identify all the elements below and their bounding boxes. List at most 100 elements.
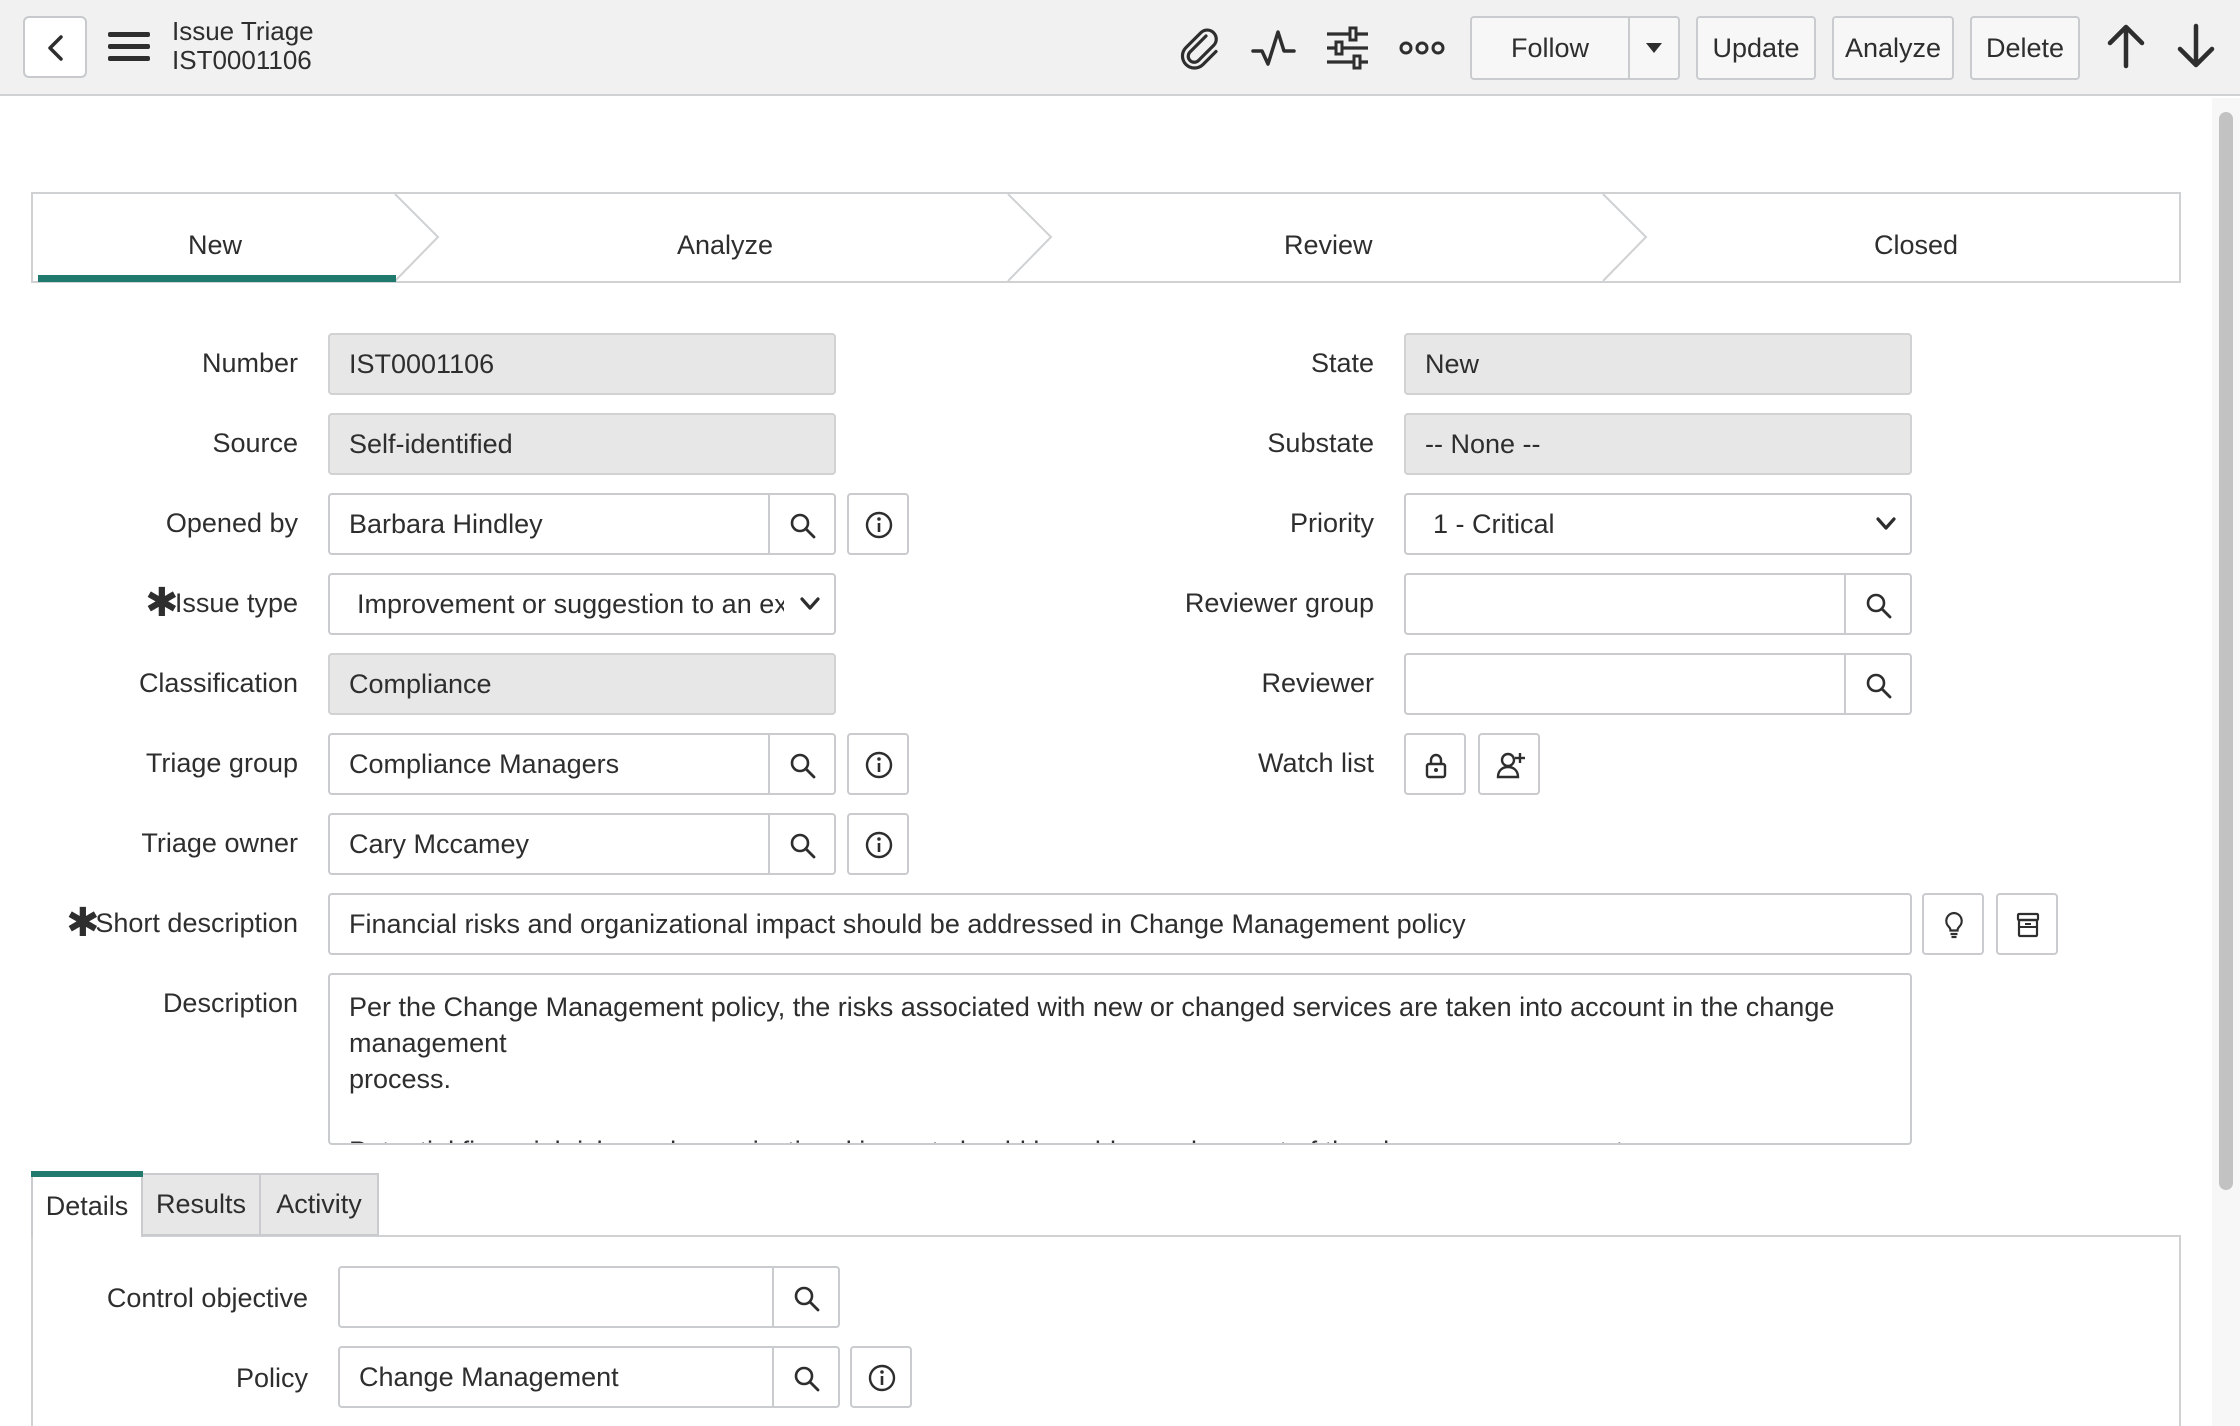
triage-owner-label: Triage owner bbox=[141, 828, 298, 858]
description-textarea[interactable]: Per the Change Management policy, the ri… bbox=[328, 973, 1912, 1145]
tab-details[interactable]: Details bbox=[31, 1173, 143, 1237]
add-user-icon bbox=[1496, 752, 1525, 779]
stage-analyze: Analyze bbox=[677, 230, 774, 260]
archive-icon bbox=[2016, 912, 2040, 938]
opened-by-input[interactable]: Barbara Hindley bbox=[328, 493, 770, 555]
reviewer-group-lookup-button[interactable] bbox=[1846, 573, 1912, 635]
info-icon bbox=[865, 831, 893, 859]
reviewer-group-label: Reviewer group bbox=[1184, 588, 1374, 618]
description-label: Description bbox=[162, 988, 298, 1018]
page: Issue Triage IST0001106 Follow Update An… bbox=[0, 0, 2240, 1426]
number-label: Number bbox=[201, 348, 298, 378]
back-button[interactable] bbox=[23, 16, 87, 78]
info-icon bbox=[868, 1364, 896, 1392]
description-line-3: Potential financial risks and organizati… bbox=[349, 1133, 1891, 1143]
policy-lookup-button[interactable] bbox=[774, 1346, 840, 1408]
lightbulb-icon bbox=[1945, 911, 1963, 939]
issue-type-required-icon: ✱ bbox=[145, 581, 179, 625]
follow-button[interactable]: Follow bbox=[1470, 16, 1630, 80]
back-icon bbox=[48, 35, 63, 61]
opened-by-label: Opened by bbox=[165, 508, 298, 538]
stage-review: Review bbox=[1284, 230, 1373, 260]
search-icon bbox=[794, 1286, 820, 1312]
issue-type-select[interactable]: Improvement or suggestion to an existir bbox=[328, 573, 836, 635]
delete-button[interactable]: Delete bbox=[1970, 16, 2080, 80]
triage-group-lookup-button[interactable] bbox=[770, 733, 836, 795]
short-description-input[interactable]: Financial risks and organizational impac… bbox=[328, 893, 1912, 955]
source-label: Source bbox=[212, 428, 298, 458]
search-icon bbox=[1866, 593, 1892, 619]
issue-type-label: Issue type bbox=[174, 588, 298, 618]
stage-flow: New Analyze Review Closed bbox=[31, 192, 2181, 283]
opened-by-info-button[interactable] bbox=[847, 493, 909, 555]
arrow-down-icon[interactable] bbox=[2172, 22, 2220, 70]
search-icon bbox=[790, 833, 816, 859]
watch-list-add-me-button[interactable] bbox=[1478, 733, 1540, 795]
info-icon bbox=[865, 751, 893, 779]
scrollbar-thumb[interactable] bbox=[2219, 112, 2233, 1190]
record-type-title: Issue Triage bbox=[172, 16, 314, 46]
follow-dropdown-button[interactable] bbox=[1628, 16, 1680, 80]
attachment-icon[interactable] bbox=[1176, 24, 1224, 72]
tab-results[interactable]: Results bbox=[141, 1173, 261, 1236]
substate-field[interactable]: -- None -- bbox=[1404, 413, 1912, 475]
activity-icon[interactable] bbox=[1250, 24, 1298, 72]
control-objective-label: Control objective bbox=[106, 1283, 308, 1313]
stage-chevrons bbox=[394, 194, 1648, 281]
menu-icon[interactable] bbox=[108, 30, 152, 64]
tab-activity[interactable]: Activity bbox=[259, 1173, 379, 1236]
reviewer-input[interactable] bbox=[1404, 653, 1846, 715]
policy-label: Policy bbox=[235, 1363, 308, 1393]
watch-list-unlock-button[interactable] bbox=[1404, 733, 1466, 795]
source-field[interactable]: Self-identified bbox=[328, 413, 836, 475]
arrow-up-icon[interactable] bbox=[2102, 22, 2150, 70]
form-header: Issue Triage IST0001106 Follow Update An… bbox=[0, 0, 2240, 96]
policy-input[interactable]: Change Management bbox=[338, 1346, 774, 1408]
triage-owner-lookup-button[interactable] bbox=[770, 813, 836, 875]
priority-value: 1 - Critical bbox=[1433, 508, 1555, 539]
search-icon bbox=[794, 1366, 820, 1392]
opened-by-lookup-button[interactable] bbox=[770, 493, 836, 555]
stage-active-indicator bbox=[38, 275, 396, 282]
more-icon[interactable] bbox=[1398, 24, 1446, 72]
search-icon bbox=[790, 513, 816, 539]
reviewer-label: Reviewer bbox=[1261, 668, 1374, 698]
control-objective-input[interactable] bbox=[338, 1266, 774, 1328]
state-label: State bbox=[1310, 348, 1374, 378]
state-field[interactable]: New bbox=[1404, 333, 1912, 395]
triage-owner-info-button[interactable] bbox=[847, 813, 909, 875]
classification-field[interactable]: Compliance bbox=[328, 653, 836, 715]
stage-closed: Closed bbox=[1874, 230, 1959, 260]
chevron-down-icon bbox=[1876, 517, 1896, 530]
issue-type-value: Improvement or suggestion to an existir bbox=[357, 588, 784, 619]
reviewer-group-input[interactable] bbox=[1404, 573, 1846, 635]
short-description-label: Short description bbox=[95, 908, 298, 938]
suggestion-button[interactable] bbox=[1922, 893, 1984, 955]
description-line-1: Per the Change Management policy, the ri… bbox=[349, 992, 1835, 1058]
analyze-button[interactable]: Analyze bbox=[1832, 16, 1954, 80]
template-button[interactable] bbox=[1996, 893, 2058, 955]
triage-owner-input[interactable]: Cary Mccamey bbox=[328, 813, 770, 875]
lock-icon bbox=[1425, 753, 1447, 779]
chevron-down-icon bbox=[1646, 43, 1662, 53]
tab-active-indicator bbox=[31, 1171, 143, 1177]
reviewer-lookup-button[interactable] bbox=[1846, 653, 1912, 715]
info-icon bbox=[865, 511, 893, 539]
search-icon bbox=[1866, 673, 1892, 699]
policy-info-button[interactable] bbox=[850, 1346, 912, 1408]
stage-new: New bbox=[188, 230, 243, 260]
search-icon bbox=[790, 753, 816, 779]
control-objective-lookup-button[interactable] bbox=[774, 1266, 840, 1328]
triage-group-label: Triage group bbox=[145, 748, 298, 778]
description-line-2: process. bbox=[349, 1064, 452, 1094]
record-number-title: IST0001106 bbox=[172, 45, 312, 75]
update-button[interactable]: Update bbox=[1696, 16, 1816, 80]
number-field[interactable]: IST0001106 bbox=[328, 333, 836, 395]
priority-select[interactable]: 1 - Critical bbox=[1404, 493, 1912, 555]
substate-label: Substate bbox=[1267, 428, 1374, 458]
triage-group-input[interactable]: Compliance Managers bbox=[328, 733, 770, 795]
triage-group-info-button[interactable] bbox=[847, 733, 909, 795]
priority-label: Priority bbox=[1289, 508, 1374, 538]
settings-icon[interactable] bbox=[1324, 24, 1372, 72]
description-blank-line bbox=[349, 1097, 1891, 1133]
